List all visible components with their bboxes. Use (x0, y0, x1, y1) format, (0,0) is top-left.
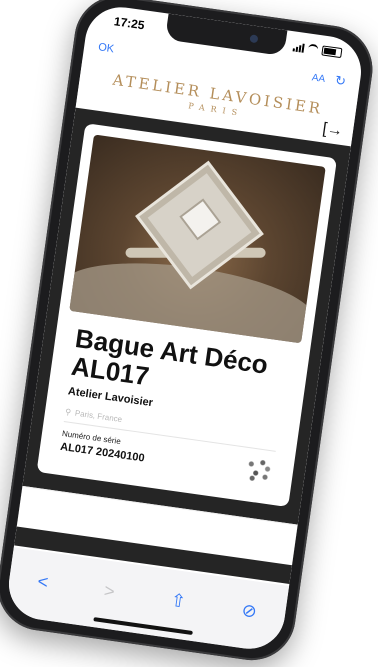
reload-icon[interactable]: ↻ (334, 73, 347, 90)
wifi-icon (307, 43, 319, 55)
location-icon: ⚲ (64, 407, 72, 417)
phone: 17:25 OK AA ↻ ATELIER LAVOISIER PARIS [→… (0, 0, 378, 666)
done-button[interactable]: OK (97, 41, 114, 55)
logout-icon[interactable]: [→ (321, 120, 344, 141)
chevron-left-icon[interactable]: < (36, 571, 49, 593)
status-icons (292, 41, 343, 59)
camera-icon (249, 34, 259, 44)
product-card: Bague Art Déco AL017 Atelier Lavoisier ⚲… (36, 123, 338, 508)
chevron-right-icon[interactable]: > (103, 580, 116, 602)
location-text: Paris, France (74, 408, 123, 425)
compass-icon[interactable]: ⊘ (240, 599, 259, 622)
share-icon[interactable]: ⇧ (169, 589, 187, 612)
text-size-button[interactable]: AA (311, 72, 326, 85)
battery-icon (321, 45, 343, 59)
signal-icon (292, 42, 305, 53)
authentication-seal-icon[interactable] (243, 454, 275, 487)
status-time: 17:25 (113, 14, 146, 33)
product-photo (69, 134, 326, 344)
serial-value: AL017 20240100 (59, 440, 146, 465)
phone-screen: 17:25 OK AA ↻ ATELIER LAVOISIER PARIS [→… (4, 2, 366, 654)
screenshot-stage: e e. 17:25 OK AA (0, 0, 378, 667)
